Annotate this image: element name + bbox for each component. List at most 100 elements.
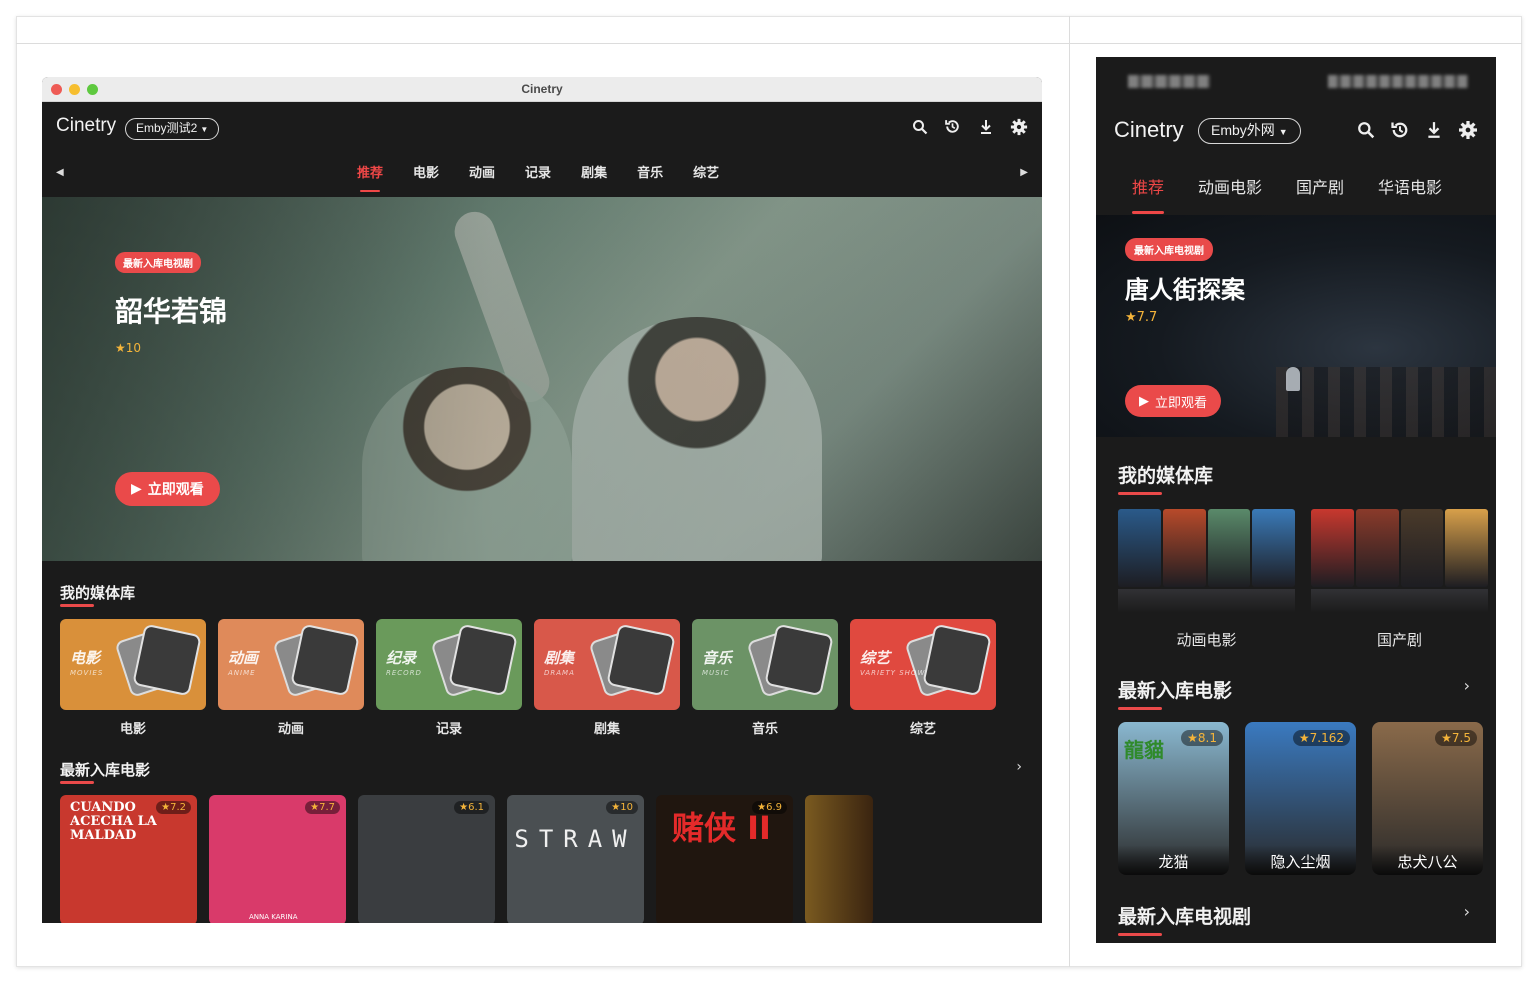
library-card[interactable]: 音乐 MUSIC (692, 619, 838, 710)
tab-list: 推荐 动画电影 国产剧 华语电影 (1132, 174, 1442, 214)
chevron-right-icon[interactable]: › (1464, 902, 1470, 921)
download-icon[interactable] (1424, 120, 1444, 140)
movie-poster[interactable]: 赌侠 II ★6.9 (656, 795, 793, 923)
hero-artwork (1276, 367, 1496, 437)
tab-item[interactable]: 推荐 (357, 162, 383, 192)
library-card[interactable]: 动画 ANIME (218, 619, 364, 710)
movie-poster[interactable]: ANNA KARINA ★7.7 (209, 795, 346, 923)
rating-badge: ★8.1 (1181, 730, 1223, 746)
library-card[interactable] (1118, 509, 1295, 613)
play-icon: ▶ (1139, 393, 1149, 409)
movie-poster[interactable]: CUANDO ACECHA LA MALDAD ★7.2 (60, 795, 197, 923)
chevron-down-icon: ▼ (200, 125, 209, 134)
tab-item[interactable]: 记录 (525, 162, 551, 186)
gear-icon[interactable] (1458, 120, 1478, 140)
movie-row: 龍貓 ★8.1 龙猫 ★7.162 隐入尘烟 ★7.5 忠犬八公 (1118, 722, 1483, 875)
library-art-subtitle: DRAMA (544, 669, 575, 677)
movie-row: CUANDO ACECHA LA MALDAD ★7.2 ANNA KARINA ★7… (60, 795, 873, 923)
window-titlebar: Cinetry (42, 77, 1042, 102)
hero-title: 韶华若锦 (115, 295, 228, 328)
library-label: 音乐 (751, 722, 778, 737)
scroll-left-icon[interactable]: ◀ (56, 167, 64, 178)
library-art-title: 动画 (228, 649, 259, 667)
download-icon[interactable] (976, 117, 995, 136)
play-now-label: 立即观看 (147, 482, 204, 498)
movie-poster[interactable]: ★7.5 忠犬八公 (1372, 722, 1483, 875)
play-icon: ▶ (131, 481, 142, 497)
library-art-subtitle: MUSIC (702, 669, 730, 677)
library-item[interactable]: 剧集 DRAMA 剧集 (534, 619, 680, 737)
library-label: 动画 (277, 722, 304, 737)
library-card[interactable]: 纪录 RECORD (376, 619, 522, 710)
library-item[interactable]: 音乐 MUSIC 音乐 (692, 619, 838, 737)
movie-poster[interactable] (805, 795, 873, 923)
library-card[interactable]: 综艺 VARIETY SHOW (850, 619, 996, 710)
rating-badge: ★6.1 (454, 801, 489, 814)
movies-heading: 最新入库电影 (60, 761, 151, 784)
movies-heading: 最新入库电影 (1118, 676, 1232, 710)
history-icon[interactable] (1390, 120, 1410, 140)
library-item[interactable]: 综艺 VARIETY SHOW 综艺 (850, 619, 996, 737)
tab-item[interactable]: 剧集 (581, 162, 607, 186)
hero-banner[interactable]: 最新入库电视剧 韶华若锦 ★10 ▶ 立即观看 (42, 197, 1042, 561)
library-item[interactable]: 动画 ANIME 动画 (218, 619, 364, 737)
library-artwork (606, 623, 676, 697)
tab-item[interactable]: 电影 (413, 162, 439, 186)
library-art-subtitle: ANIME (228, 669, 256, 677)
library-row: 动画电影 国产剧 (1118, 509, 1488, 650)
chevron-right-icon[interactable]: › (1016, 759, 1022, 775)
library-art-title: 剧集 (544, 649, 575, 667)
history-icon[interactable] (943, 117, 962, 136)
brand-logo: Cinetry (56, 115, 117, 136)
window-title: Cinetry (521, 82, 563, 96)
poster-art-text: ANNA KARINA (249, 913, 298, 921)
library-label: 剧集 (593, 722, 620, 737)
library-artwork (1252, 509, 1295, 587)
chevron-down-icon: ▼ (1278, 127, 1288, 137)
search-icon[interactable] (910, 117, 929, 136)
server-selector[interactable]: Emby外网 ▼ (1198, 118, 1301, 144)
desktop-window: Cinetry Cinetry Emby测试2 ▼ ◀ 推荐 电影 动画 记录 剧集 音乐综… (42, 77, 1042, 923)
hero-badge: 最新入库电视剧 (1125, 238, 1213, 261)
movie-poster[interactable]: ★6.1 (358, 795, 495, 923)
scroll-right-icon[interactable]: ▶ (1020, 167, 1028, 178)
library-card[interactable]: 电影 MOVIES (60, 619, 206, 710)
tab-item[interactable]: 综艺 (693, 162, 719, 186)
tv-heading: 最新入库电视剧 (1118, 902, 1251, 936)
server-selector[interactable]: Emby测试2 ▼ (125, 118, 220, 140)
library-artwork (1118, 509, 1161, 587)
library-card[interactable] (1311, 509, 1488, 613)
library-item[interactable]: 电影 MOVIES 电影 (60, 619, 206, 737)
library-artwork (132, 623, 202, 697)
library-art-subtitle: RECORD (386, 669, 422, 677)
library-art-title: 电影 (70, 649, 101, 667)
tab-item[interactable]: 华语电影 (1378, 174, 1442, 198)
library-item[interactable]: 纪录 RECORD 记录 (376, 619, 522, 737)
library-heading: 我的媒体库 (60, 584, 136, 607)
library-item[interactable]: 国产剧 (1311, 509, 1488, 650)
movie-poster[interactable]: STRAW ★10 (507, 795, 644, 923)
server-name: Emby外网 (1211, 122, 1275, 138)
library-item[interactable]: 动画电影 (1118, 509, 1295, 650)
hero-badge: 最新入库电视剧 (115, 252, 201, 273)
chevron-right-icon[interactable]: › (1464, 676, 1470, 695)
toolbar (1356, 120, 1478, 140)
hero-rating: ★10 (115, 341, 142, 355)
movie-poster[interactable]: ★7.162 隐入尘烟 (1245, 722, 1356, 875)
hero-artwork (1286, 367, 1300, 391)
library-card[interactable]: 剧集 DRAMA (534, 619, 680, 710)
play-now-button[interactable]: ▶ 立即观看 (115, 472, 220, 506)
tab-item[interactable]: 音乐 (637, 162, 663, 186)
rating-badge: ★7.7 (305, 801, 340, 814)
tab-item[interactable]: 国产剧 (1296, 174, 1344, 198)
tab-item[interactable]: 动画 (469, 162, 495, 186)
movie-poster[interactable]: 龍貓 ★8.1 龙猫 (1118, 722, 1229, 875)
tab-item[interactable]: 动画电影 (1198, 174, 1262, 198)
tab-item[interactable]: 推荐 (1132, 174, 1165, 214)
gear-icon[interactable] (1009, 117, 1028, 136)
library-label: 记录 (435, 722, 462, 737)
status-bar-right (1328, 75, 1468, 88)
search-icon[interactable] (1356, 120, 1376, 140)
play-now-button[interactable]: ▶ 立即观看 (1125, 385, 1222, 417)
library-label: 电影 (119, 722, 146, 737)
